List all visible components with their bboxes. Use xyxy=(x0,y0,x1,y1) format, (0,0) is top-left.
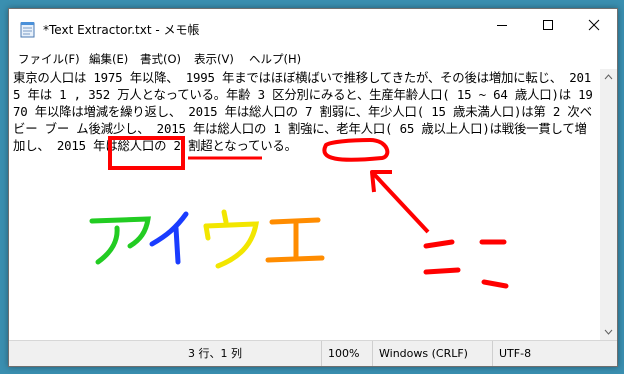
status-bar: 3 行、1 列 100% Windows (CRLF) UTF-8 xyxy=(9,340,617,366)
window-title: *Text Extractor.txt - メモ帳 xyxy=(43,23,200,37)
maximize-button[interactable] xyxy=(525,9,571,41)
notepad-icon xyxy=(20,22,35,38)
maximize-icon xyxy=(543,20,553,30)
menu-view[interactable]: 表示(V) xyxy=(194,51,234,67)
minimize-button[interactable] xyxy=(479,9,525,41)
menu-file[interactable]: ファイル(F) xyxy=(18,51,80,67)
menu-bar: ファイル(F) 編集(E) 書式(O) 表示(V) ヘルプ(H) xyxy=(9,49,617,69)
scroll-down-icon[interactable] xyxy=(600,323,617,340)
zoom-level: 100% xyxy=(321,341,359,366)
title-bar[interactable]: *Text Extractor.txt - メモ帳 xyxy=(9,9,617,49)
vertical-scrollbar[interactable] xyxy=(600,69,617,340)
text-editor-area[interactable]: 東京の人口は 1975 年以降、 1995 年まではほぼ横ばいで推移してきたが、… xyxy=(9,69,600,340)
close-button[interactable] xyxy=(571,9,617,41)
cursor-position: 3 行、1 列 xyxy=(188,347,242,360)
notepad-window: *Text Extractor.txt - メモ帳 ファイル(F) 編集(E) … xyxy=(8,8,618,367)
close-icon xyxy=(588,19,600,31)
menu-edit[interactable]: 編集(E) xyxy=(89,51,128,67)
document-text[interactable]: 東京の人口は 1975 年以降、 1995 年まではほぼ横ばいで推移してきたが、… xyxy=(13,69,597,154)
menu-format[interactable]: 書式(O) xyxy=(140,51,181,67)
scroll-up-icon[interactable] xyxy=(600,69,617,86)
line-ending: Windows (CRLF) xyxy=(372,341,468,366)
minimize-icon xyxy=(497,25,507,26)
menu-help[interactable]: ヘルプ(H) xyxy=(249,51,301,67)
encoding: UTF-8 xyxy=(492,341,531,366)
